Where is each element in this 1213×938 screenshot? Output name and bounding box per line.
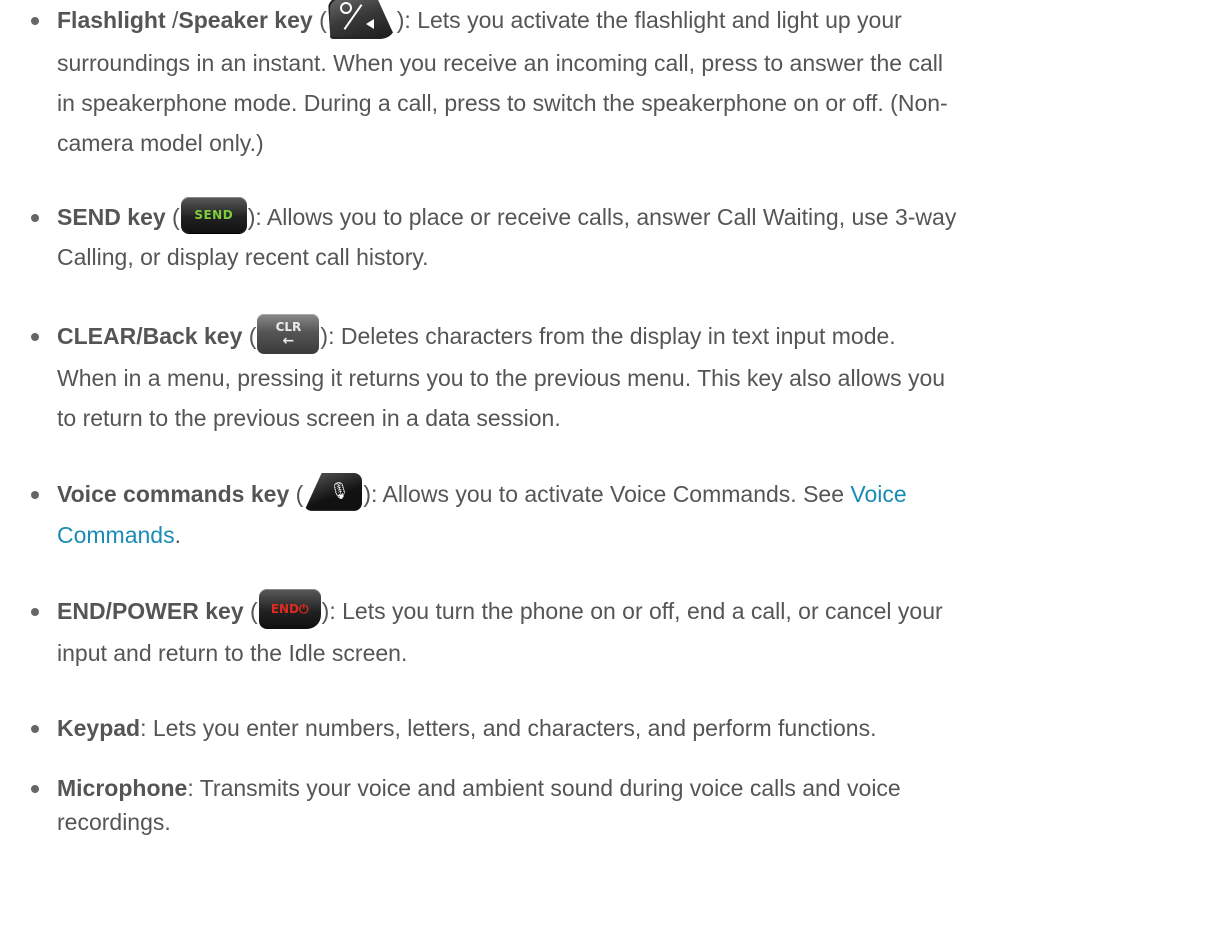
clr-key-icon: CLR ← [257,313,320,354]
desc-line: Lets you turn the phone on or off, end a… [342,598,943,624]
paren-open: ( [242,323,257,349]
item-text: Voice commands key (🎙): Allows you to ac… [57,472,1193,555]
term-clear-back-key: CLEAR/Back key [57,323,243,349]
desc-line: Allows you to place or receive calls, an… [266,204,957,230]
paren-open: ( [289,481,304,507]
paren-close: ): [363,481,383,507]
paren-close: ): [396,7,418,33]
bullet-icon [31,785,39,793]
line-3: to return to the previous screen in a da… [57,404,561,431]
send-key-icon: SEND [180,196,247,233]
bullet-icon [31,333,39,341]
paren-open: ( [165,204,180,230]
separator: : [140,715,153,741]
line-1: CLEAR/Back key (CLR ←): Deletes character… [57,313,1193,358]
desc-line: Deletes characters from the display in t… [340,323,896,349]
line-1: Voice commands key (🎙): Allows you to ac… [57,472,1193,515]
clr-key-label: CLR [275,319,302,334]
bullet-icon [31,214,39,222]
line-3: in speakerphone mode. During a call, pre… [57,89,948,116]
term-voice-commands-key: Voice commands key [57,481,290,507]
term-flashlight: Flashlight [57,7,166,33]
item-text: Microphone: Transmits your voice and amb… [57,768,1193,842]
period: . [174,521,181,548]
line-2: Calling, or display recent call history. [57,244,429,270]
item-text: Keypad: Lets you enter numbers, letters,… [57,708,1193,748]
document-page: Flashlight /Speaker key (): Lets you act… [0,0,1213,938]
line-2: When in a menu, pressing it returns you … [57,364,946,391]
paren-close: ): [320,323,341,349]
bullet-icon [31,491,39,499]
line-1: SEND key (SEND): Allows you to place or … [57,196,1193,237]
bullet-icon [31,725,39,733]
desc-line: Lets you enter numbers, letters, and cha… [152,715,877,741]
line-1: Keypad: Lets you enter numbers, letters,… [57,708,1193,748]
term-speaker-key: Speaker key [178,7,313,33]
item-text: Flashlight /Speaker key (): Lets you act… [57,0,1193,163]
term-separator: / [165,7,179,33]
voice-commands-link-cont[interactable]: Commands [57,522,175,548]
back-arrow-icon: ← [282,332,295,349]
voice-commands-key-icon: 🎙 [304,472,363,511]
item-text: CLEAR/Back key (CLR ←): Deletes character… [57,313,1193,438]
term-microphone: Microphone [57,775,188,801]
line-2: input and return to the Idle screen. [57,639,408,666]
term-keypad: Keypad [57,715,141,741]
term-send-key: SEND key [57,204,166,230]
paren-close: ): [321,598,343,624]
desc-line: Allows you to activate Voice Commands. S… [382,481,851,507]
line-2: recordings. [57,809,171,835]
line-1: END/POWER key (END⏻): Lets you turn the … [57,588,1193,633]
term-end-power-key: END/POWER key [57,598,244,624]
paren-open: ( [243,598,258,624]
line-1: Flashlight /Speaker key (): Lets you act… [57,0,1193,43]
voice-commands-link[interactable]: Voice [850,481,906,507]
item-text: END/POWER key (END⏻): Lets you turn the … [57,588,1193,673]
line-2: Commands. [57,515,1193,555]
end-power-key-icon: END⏻ [258,588,321,629]
paren-close: ): [247,204,267,230]
flashlight-speaker-key-icon [327,0,396,39]
item-text: SEND key (SEND): Allows you to place or … [57,196,1193,277]
bullet-icon [31,608,39,616]
desc-line: Lets you activate the flashlight and lig… [417,7,902,33]
paren-open: ( [312,7,327,33]
separator: : [187,775,200,801]
line-2: surroundings in an instant. When you rec… [57,49,943,76]
bullet-icon [31,17,39,25]
line-4: camera model only.) [57,129,264,156]
desc-line: Transmits your voice and ambient sound d… [199,775,901,801]
